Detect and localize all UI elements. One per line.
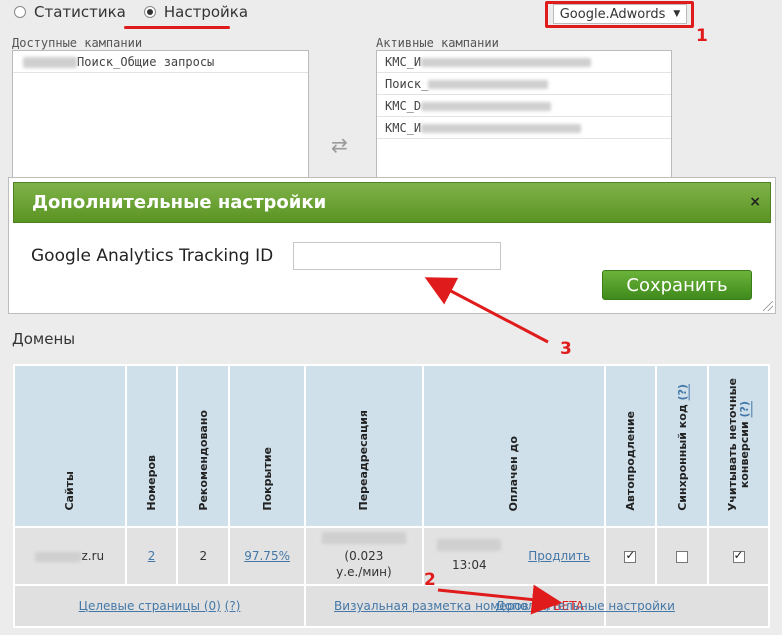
active-campaign-item[interactable]: КМС_И: [377, 51, 671, 73]
col-header-redirect: Переадресация: [304, 364, 424, 528]
numbers-link[interactable]: 2: [148, 549, 156, 563]
col-header-sites: Сайты: [13, 364, 127, 528]
resize-handle-icon[interactable]: [763, 301, 773, 311]
cell-paid-until: 13:04 Продлить: [421, 526, 606, 586]
target-pages-help-link[interactable]: (?): [225, 599, 241, 613]
paid-time: 13:04: [452, 558, 487, 572]
extra-settings-link[interactable]: Дополнительные настройки: [496, 599, 675, 613]
col-header-recommended: Рекомендовано: [176, 364, 231, 528]
cell-numbers: 2: [124, 526, 179, 586]
active-campaign-item[interactable]: КМС_И: [377, 117, 671, 139]
renew-link[interactable]: Продлить: [528, 549, 590, 563]
active-campaigns-title: Активные кампании: [376, 36, 499, 50]
statistics-radio-label[interactable]: Статистика: [34, 3, 126, 21]
platform-dropdown-value: Google.Adwords: [559, 6, 666, 22]
settings-highlight-underline: [124, 26, 230, 29]
domains-title: Домены: [12, 330, 76, 348]
ga-tracking-input[interactable]: [293, 242, 501, 270]
callout-1: 1: [696, 26, 708, 46]
footer-extra-settings: Дополнительные настройки: [496, 584, 771, 628]
autorenew-checkbox[interactable]: [624, 548, 637, 563]
cell-autorenew: [603, 526, 658, 586]
cell-sync-code: [655, 526, 710, 586]
cell-coverage: 97.75%: [228, 526, 307, 586]
cell-fuzzy-conversions: [707, 526, 770, 586]
active-campaign-item[interactable]: Поиск_: [377, 73, 671, 95]
caret-down-icon: ▼: [673, 9, 681, 19]
settings-radio-label[interactable]: Настройка: [164, 3, 248, 21]
footer-target-pages: Целевые страницы (0) (?): [12, 584, 307, 628]
dialog-title: Дополнительные настройки: [32, 192, 327, 213]
sync-code-checkbox[interactable]: [676, 550, 689, 563]
col-header-coverage: Покрытие: [228, 364, 307, 528]
platform-dropdown[interactable]: Google.Adwords ▼: [553, 4, 687, 24]
ga-tracking-label: Google Analytics Tracking ID: [31, 246, 274, 266]
col-header-fuzzy-conversions: Учитывать неточные конверсии (?): [707, 364, 770, 528]
callout-3: 3: [560, 339, 572, 359]
fuzzy-conversions-checkbox[interactable]: [732, 548, 745, 563]
table-row: z.ru 2 2 97.75% (0.023 у.е./мин) 13:04 П…: [13, 526, 770, 586]
callout-2: 2: [424, 570, 436, 590]
col-header-autorenew: Автопродление: [603, 364, 658, 528]
sync-help-link[interactable]: (?): [676, 384, 689, 400]
mode-switch: Статистика Настройка: [14, 3, 262, 21]
coverage-link[interactable]: 97.75%: [244, 549, 290, 563]
target-pages-link[interactable]: Целевые страницы (0): [79, 599, 221, 613]
available-campaigns-title: Доступные кампании: [12, 36, 143, 50]
close-icon[interactable]: ×: [749, 194, 761, 210]
available-campaigns-list[interactable]: Поиск_Общие запросы: [12, 50, 309, 180]
active-campaigns-list[interactable]: КМС_И Поиск_ КМС_D КМС_И: [376, 50, 672, 180]
statistics-radio[interactable]: [14, 6, 26, 18]
additional-settings-dialog: Дополнительные настройки × Google Analyt…: [8, 177, 776, 314]
settings-radio[interactable]: [143, 6, 156, 18]
table-footer-row: Целевые страницы (0) (?) Визуальная разм…: [12, 584, 771, 628]
col-header-sync-code: Синхронный код (?): [655, 364, 710, 528]
fuzzy-help-link[interactable]: (?): [738, 401, 751, 417]
cell-redirect: (0.023 у.е./мин): [304, 526, 424, 586]
cell-site: z.ru: [13, 526, 127, 586]
save-button[interactable]: Сохранить: [602, 270, 752, 300]
cell-recommended: 2: [176, 526, 231, 586]
col-header-numbers: Номеров: [124, 364, 179, 528]
dialog-header: Дополнительные настройки ×: [13, 182, 771, 223]
domains-table: Сайты Номеров Рекомендовано Покрытие Пер…: [12, 364, 771, 628]
swap-arrows-icon[interactable]: ⇄: [331, 133, 348, 157]
available-campaign-item[interactable]: Поиск_Общие запросы: [13, 51, 308, 73]
col-header-paid-until: Оплачен до: [421, 364, 606, 528]
active-campaign-item[interactable]: КМС_D: [377, 95, 671, 117]
